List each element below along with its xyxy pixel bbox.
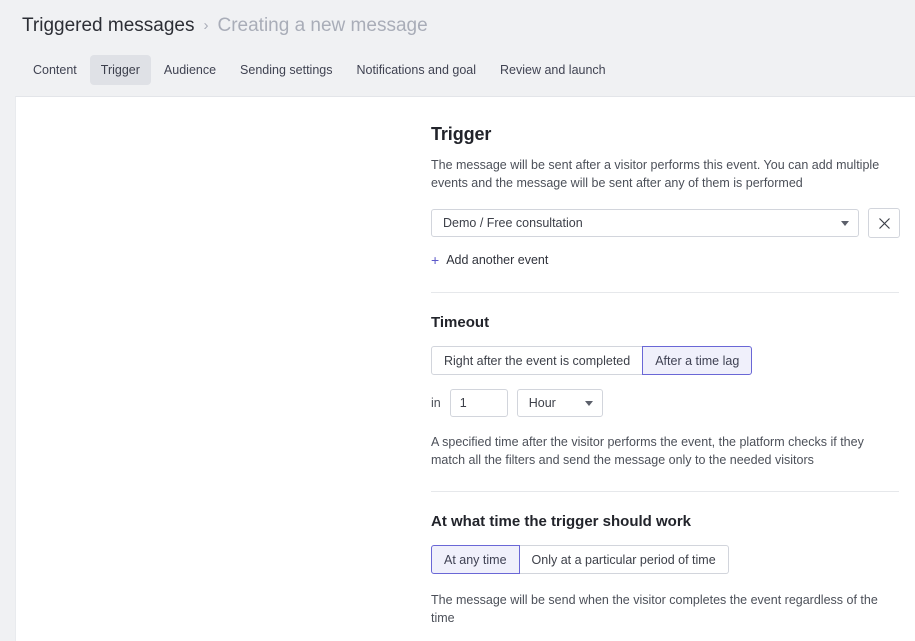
chevron-down-icon (841, 221, 849, 226)
tab-content[interactable]: Content (22, 55, 88, 85)
schedule-title: At what time the trigger should work (431, 512, 901, 531)
trigger-settings-form: Trigger The message will be sent after a… (431, 123, 901, 627)
section-divider (431, 491, 899, 492)
time-lag-prefix-label: in (431, 396, 441, 410)
breadcrumb-separator-icon: › (203, 14, 208, 38)
section-divider (431, 292, 899, 293)
page-title: Trigger (431, 123, 901, 145)
time-lag-unit-value: Hour (529, 396, 579, 410)
timeout-option-right-after[interactable]: Right after the event is completed (431, 346, 643, 375)
content-panel: Trigger The message will be sent after a… (15, 96, 915, 641)
event-select-value: Demo / Free consultation (443, 216, 835, 230)
schedule-option-any-time[interactable]: At any time (431, 545, 520, 574)
close-icon (878, 217, 891, 230)
tab-notifications-and-goal[interactable]: Notifications and goal (345, 55, 487, 85)
time-lag-unit-select[interactable]: Hour (517, 389, 603, 417)
timeout-option-after-time-lag[interactable]: After a time lag (642, 346, 752, 375)
time-lag-amount-input[interactable] (450, 389, 508, 417)
time-lag-row: in Hour (431, 389, 901, 417)
wizard-tabs: Content Trigger Audience Sending setting… (22, 55, 915, 85)
timeout-title: Timeout (431, 313, 901, 332)
breadcrumb-current-page: Creating a new message (217, 14, 427, 38)
add-another-event-label: Add another event (446, 253, 548, 267)
plus-icon: + (431, 254, 439, 266)
add-another-event-button[interactable]: + Add another event (431, 253, 548, 267)
schedule-option-particular-period[interactable]: Only at a particular period of time (520, 545, 729, 574)
event-row: Demo / Free consultation (431, 208, 901, 238)
tab-sending-settings[interactable]: Sending settings (229, 55, 343, 85)
timeout-toggle-group: Right after the event is completed After… (431, 346, 752, 375)
trigger-description: The message will be sent after a visitor… (431, 156, 899, 192)
tab-audience[interactable]: Audience (153, 55, 227, 85)
chevron-down-icon (585, 401, 593, 406)
page-header: Triggered messages › Creating a new mess… (0, 0, 915, 85)
schedule-description: The message will be send when the visito… (431, 591, 899, 627)
breadcrumb-parent-link[interactable]: Triggered messages (22, 14, 194, 38)
event-select[interactable]: Demo / Free consultation (431, 209, 859, 237)
tab-trigger[interactable]: Trigger (90, 55, 151, 85)
remove-event-button[interactable] (868, 208, 900, 238)
breadcrumb: Triggered messages › Creating a new mess… (22, 14, 915, 39)
timeout-description: A specified time after the visitor perfo… (431, 433, 899, 469)
schedule-toggle-group: At any time Only at a particular period … (431, 545, 729, 574)
tab-review-and-launch[interactable]: Review and launch (489, 55, 617, 85)
